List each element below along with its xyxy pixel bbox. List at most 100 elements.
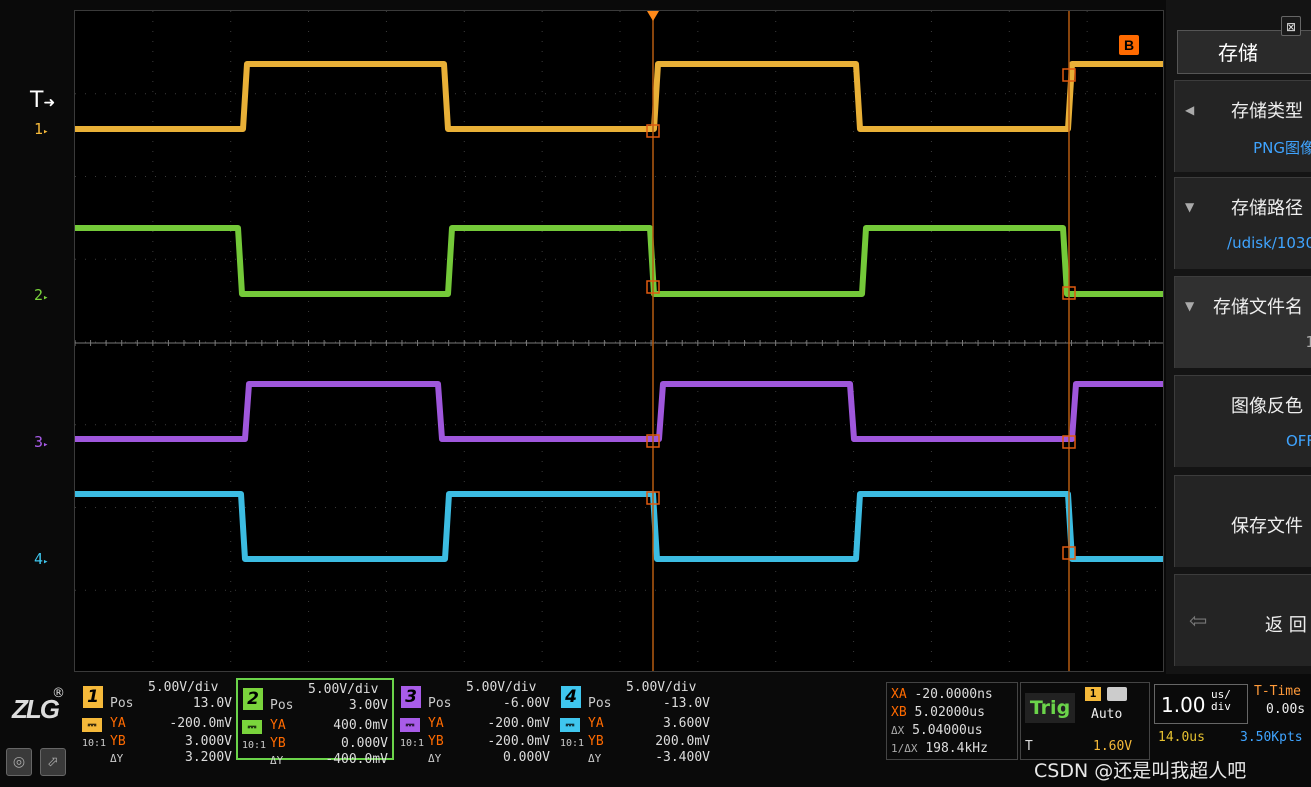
menu-item-value: PNG图像 <box>1253 139 1311 157</box>
probe-ratio: 10:1 <box>82 738 107 749</box>
yb-value: 0.000V <box>341 736 388 751</box>
volts-per-div: 5.00V/div <box>466 680 537 695</box>
ch3-marker[interactable]: 3▸ <box>34 433 48 454</box>
waveform-canvas <box>75 11 1163 671</box>
yb-value: -200.0mV <box>487 734 550 749</box>
pos-value: 13.0V <box>192 696 232 711</box>
channel-number-badge: 4 <box>561 686 581 708</box>
trig-edge-icon <box>1107 687 1127 701</box>
close-icon[interactable]: ⊠ <box>1281 16 1301 36</box>
channel-2-panel[interactable]: 2 5.00V/div Pos 3.00V ⎓ YA 400.0mV YB 0.000V 10:1… <box>236 678 394 767</box>
dy-value: 3.200V <box>185 750 232 765</box>
arrow-right-icon: ▸ <box>43 293 49 303</box>
trig-level-value: 1.60V <box>1093 739 1133 754</box>
channel-1-panel[interactable]: 1 5.00V/div Pos 13.0V ⎓ YA -200.0mV YB 3.000V 10:… <box>78 678 236 765</box>
trigger-position-icon <box>647 11 659 21</box>
xb-label: XB <box>891 705 907 720</box>
ch3-marker-num: 3 <box>34 433 44 451</box>
arrow-right-icon: ➜ <box>43 95 56 111</box>
volts-per-div: 5.00V/div <box>148 680 219 695</box>
menu-item-file-name[interactable]: ▼ 存储文件名 1 <box>1174 276 1311 368</box>
dy-value: -3.400V <box>655 750 710 765</box>
ttime-value: 0.00s <box>1266 702 1306 717</box>
dc-coupling-icon: ⎓ <box>400 718 420 732</box>
timebase-scale: 1.00 <box>1161 693 1206 717</box>
pos-label: Pos <box>110 696 134 711</box>
trig-level-label: T <box>1025 739 1033 754</box>
dy-value: 0.000V <box>503 750 550 765</box>
ch1-marker[interactable]: 1▸ <box>34 120 48 141</box>
dx-label: ΔX <box>891 724 905 737</box>
exit-icon: ⇦ <box>1189 609 1208 634</box>
ya-value: 400.0mV <box>333 718 388 733</box>
channel-3-panel[interactable]: 3 5.00V/div Pos -6.00V ⎓ YA -200.0mV YB -200.0mV… <box>396 678 554 765</box>
pointer-icon[interactable]: ⬀ <box>40 748 66 776</box>
channel-number-badge: 2 <box>243 688 263 710</box>
dc-coupling-icon: ⎓ <box>560 718 580 732</box>
trigger-level-marker[interactable]: T➜ <box>30 88 55 113</box>
menu-item-label: 存储类型 <box>1231 101 1303 122</box>
pos-label: Pos <box>270 698 294 713</box>
ttime-label: T-Time <box>1254 684 1301 699</box>
ch4-marker[interactable]: 4▸ <box>34 550 48 571</box>
ya-label: YA <box>588 716 604 731</box>
memory-depth-time: 14.0us <box>1158 730 1205 745</box>
menu-item-value: 1 <box>1305 333 1311 351</box>
waveform-display[interactable]: B <box>74 10 1164 672</box>
ya-value: -200.0mV <box>169 716 232 731</box>
ya-label: YA <box>428 716 444 731</box>
menu-item-storage-type[interactable]: ◀ 存储类型 PNG图像 <box>1174 80 1311 172</box>
chevron-left-icon: ◀ <box>1185 103 1195 117</box>
menu-item-label: 存储路径 <box>1231 198 1303 219</box>
dy-label: ΔY <box>428 752 442 765</box>
probe-ratio: 10:1 <box>400 738 425 749</box>
pos-value: -13.0V <box>663 696 710 711</box>
ch2-marker-num: 2 <box>34 286 44 304</box>
cursor-measurement-panel[interactable]: XA -20.0000ns XB 5.02000us ΔX 5.04000us … <box>886 682 1018 760</box>
yb-label: YB <box>270 736 286 751</box>
channel-4-trace <box>75 491 1163 562</box>
menu-item-invert-image[interactable]: 图像反色 OFF <box>1174 375 1311 467</box>
timebase-unit-bottom: div <box>1211 700 1231 713</box>
pos-label: Pos <box>428 696 452 711</box>
ch1-marker-num: 1 <box>34 120 44 138</box>
inv-dx-value: 198.4kHz <box>925 741 988 756</box>
magnifier-icon[interactable]: ◎ <box>6 748 32 776</box>
timebase-panel[interactable]: 1.00 us/ div T-Time 0.00s 14.0us 3.50Kpt… <box>1154 682 1311 760</box>
trigger-panel[interactable]: Trig 1 Auto T 1.60V <box>1020 682 1150 760</box>
ya-value: 3.600V <box>663 716 710 731</box>
trig-mode: Auto <box>1091 707 1123 722</box>
volts-per-div: 5.00V/div <box>308 682 379 697</box>
menu-item-save-file[interactable]: 保存文件 <box>1174 475 1311 567</box>
menu-item-value: /udisk/1030 <box>1227 234 1311 252</box>
dc-coupling-icon: ⎓ <box>82 718 102 732</box>
yb-label: YB <box>588 734 604 749</box>
xa-value: -20.0000ns <box>914 687 993 702</box>
dc-coupling-icon: ⎓ <box>242 720 262 734</box>
pos-value: 3.00V <box>348 698 388 713</box>
memory-depth-points: 3.50Kpts <box>1240 730 1303 745</box>
cursor-b-marker[interactable]: B <box>1119 35 1139 55</box>
menu-item-label: 返 回 <box>1265 615 1307 636</box>
pos-label: Pos <box>588 696 612 711</box>
arrow-right-icon: ▸ <box>43 127 49 137</box>
arrow-right-icon: ▸ <box>43 440 49 450</box>
dy-label: ΔY <box>110 752 124 765</box>
trig-source-badge: 1 <box>1085 687 1101 701</box>
trigger-marker-label: T <box>30 88 44 113</box>
ya-value: -200.0mV <box>487 716 550 731</box>
channel-4-panel[interactable]: 4 5.00V/div Pos -13.0V ⎓ YA 3.600V YB 200.0mV 10:… <box>556 678 714 765</box>
menu-item-storage-path[interactable]: ▼ 存储路径 /udisk/1030 <box>1174 177 1311 269</box>
menu-item-back[interactable]: ⇦ 返 回 <box>1174 574 1311 666</box>
chevron-down-icon: ▼ <box>1185 299 1195 313</box>
yb-value: 3.000V <box>185 734 232 749</box>
chevron-down-icon: ▼ <box>1185 200 1195 214</box>
xb-value: 5.02000us <box>914 705 985 720</box>
volts-per-div: 5.00V/div <box>626 680 697 695</box>
xa-label: XA <box>891 687 907 702</box>
yb-label: YB <box>110 734 126 749</box>
timebase-scale-box[interactable]: 1.00 us/ div <box>1154 684 1248 724</box>
channel-1-trace <box>75 61 1163 132</box>
dy-label: ΔY <box>588 752 602 765</box>
ch2-marker[interactable]: 2▸ <box>34 286 48 307</box>
